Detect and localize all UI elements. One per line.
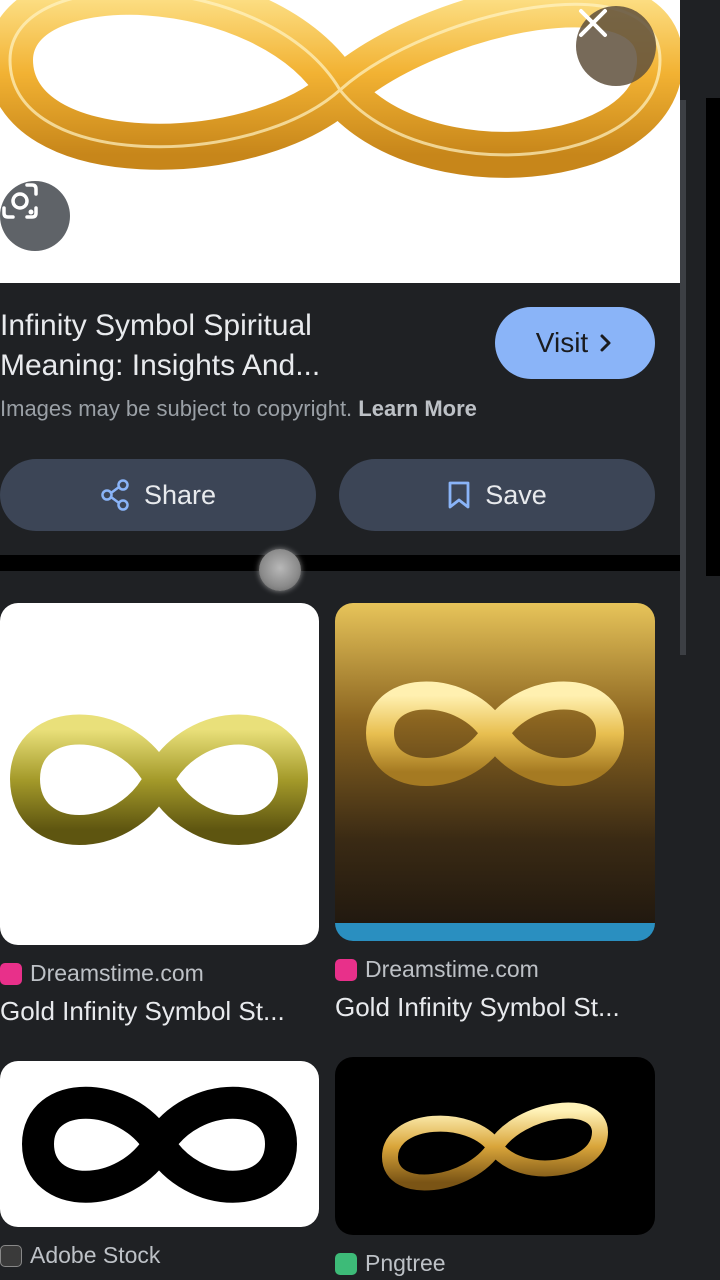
related-source-label-3: Adobe Stock	[30, 1242, 161, 1268]
bookmark-icon	[448, 481, 470, 509]
chevron-right-icon	[600, 334, 611, 352]
related-thumbnail-1[interactable]	[0, 603, 319, 945]
related-thumbnail-4[interactable]	[335, 1057, 655, 1235]
visit-label: Visit	[535, 327, 589, 358]
related-thumbnail-3[interactable]	[0, 1061, 319, 1227]
save-button[interactable]: Save	[339, 459, 655, 531]
hero-image[interactable]	[0, 0, 680, 283]
learn-more-link[interactable]: Learn More	[358, 396, 477, 421]
related-caption-1[interactable]: Gold Infinity Symbol St...	[0, 996, 320, 1027]
side-edge	[706, 98, 720, 576]
lens-button[interactable]	[0, 181, 70, 251]
share-icon	[101, 479, 129, 511]
section-divider	[0, 555, 680, 571]
gold-infinity-image	[335, 681, 655, 941]
dreamstime-logo-icon	[0, 962, 22, 985]
gold-infinity-image	[9, 714, 309, 845]
gold-ring-infinity-image	[381, 1102, 609, 1191]
related-source-4[interactable]: Pngtree	[335, 1250, 446, 1277]
result-title-line2: Meaning: Insights And...	[0, 349, 321, 382]
related-source-label-2: Dreamstime.com	[365, 956, 539, 982]
dreamstime-logo-icon	[335, 958, 357, 981]
copyright-text: Images may be subject to copyright.	[0, 396, 353, 421]
related-thumbnail-2[interactable]	[335, 603, 655, 941]
close-icon	[579, 9, 607, 37]
related-source-label-4: Pngtree	[365, 1250, 446, 1276]
result-title: Infinity Symbol Spiritual Meaning: Insig…	[0, 306, 470, 386]
lens-icon	[2, 183, 38, 219]
close-button[interactable]	[576, 6, 656, 86]
related-caption-2[interactable]: Gold Infinity Symbol St...	[335, 992, 655, 1023]
share-button[interactable]: Share	[0, 459, 316, 531]
scrollbar[interactable]	[680, 100, 686, 655]
pngtree-logo-icon	[335, 1252, 357, 1275]
black-infinity-image	[21, 1086, 298, 1203]
save-label: Save	[485, 479, 547, 510]
related-source-1[interactable]: Dreamstime.com	[0, 960, 204, 987]
copyright-notice: Images may be subject to copyright. Lear…	[0, 396, 477, 422]
related-source-label-1: Dreamstime.com	[30, 960, 204, 986]
adobe-stock-logo-icon	[0, 1244, 22, 1267]
related-source-2[interactable]: Dreamstime.com	[335, 956, 539, 983]
related-source-3[interactable]: Adobe Stock	[0, 1242, 160, 1269]
result-title-line1: Infinity Symbol Spiritual	[0, 309, 312, 342]
touch-indicator	[259, 549, 301, 591]
visit-button[interactable]: Visit	[495, 307, 655, 379]
share-label: Share	[143, 479, 217, 510]
